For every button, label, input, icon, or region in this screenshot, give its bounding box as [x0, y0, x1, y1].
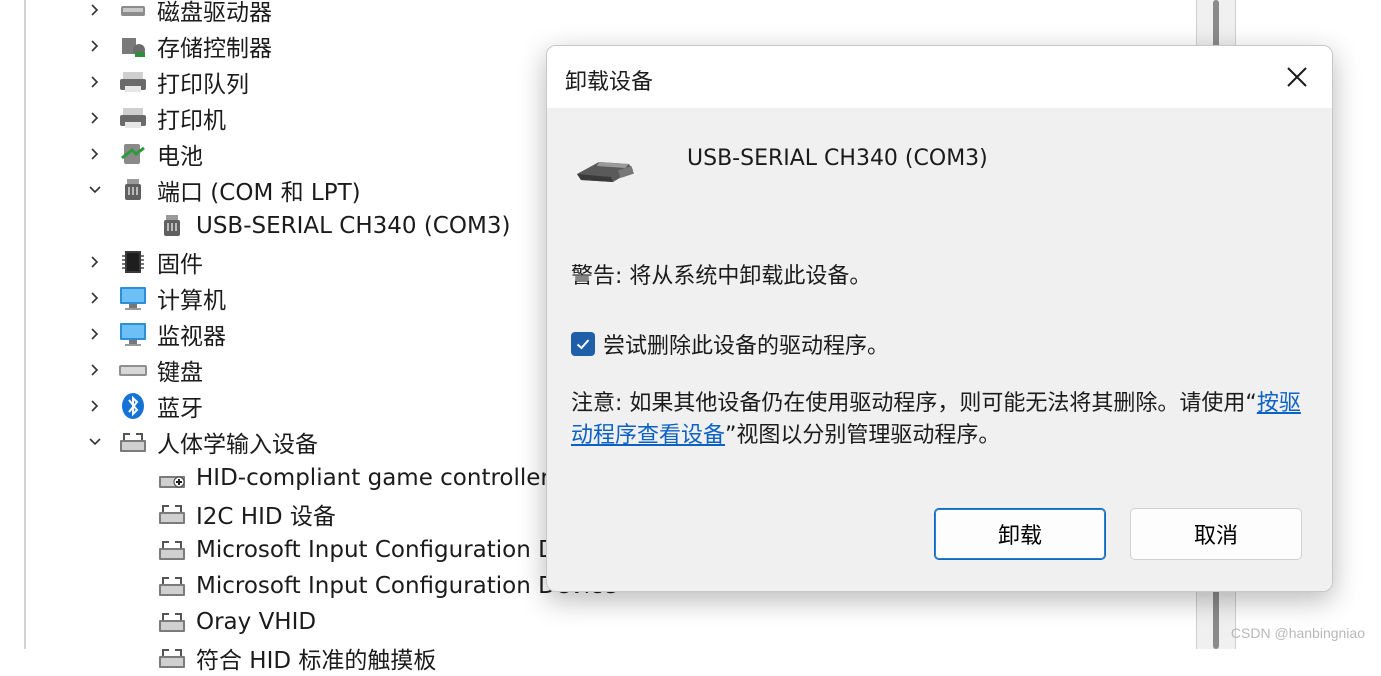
port-icon — [117, 175, 149, 205]
note-prefix: 注意: 如果其他设备仍在使用驱动程序，则可能无法将其删除。请使用“ — [571, 391, 1257, 416]
tree-item-label: 固件 — [157, 252, 203, 278]
note-suffix: ”视图以分别管理驱动程序。 — [725, 423, 1001, 448]
tree-item-label: USB-SERIAL CH340 (COM3) — [196, 213, 511, 239]
tree-item[interactable]: 蓝牙 — [117, 388, 203, 424]
tree-item[interactable]: 计算机 — [117, 280, 226, 316]
watermark: CSDN @hanbingniao — [1230, 625, 1365, 641]
checkmark-icon — [576, 339, 590, 350]
tree-item-label: I2C HID 设备 — [196, 504, 336, 530]
tree-item-label: 蓝牙 — [157, 396, 203, 422]
printer-icon — [117, 103, 149, 133]
tree-item[interactable]: 人体学输入设备 — [117, 424, 318, 460]
tree-item[interactable]: 存储控制器 — [117, 28, 272, 64]
tree-item[interactable]: Oray VHID — [156, 604, 316, 640]
port-icon — [156, 211, 188, 241]
tree-item[interactable]: I2C HID 设备 — [156, 496, 336, 532]
game-controller-icon — [156, 463, 188, 493]
note-text: 注意: 如果其他设备仍在使用驱动程序，则可能无法将其删除。请使用“按驱动程序查看… — [571, 388, 1301, 452]
chevron-right-icon[interactable] — [86, 28, 104, 64]
hid-icon — [156, 535, 188, 565]
tree-item-label: 人体学输入设备 — [157, 432, 318, 458]
firmware-icon — [117, 247, 149, 277]
chevron-right-icon[interactable] — [86, 388, 104, 424]
tree-item[interactable]: 固件 — [117, 244, 203, 280]
hid-icon — [117, 427, 149, 457]
chevron-right-icon[interactable] — [86, 352, 104, 388]
tree-item-label: 打印机 — [157, 108, 226, 134]
hid-icon — [156, 607, 188, 637]
hid-icon — [156, 571, 188, 601]
warning-text: 警告: 将从系统中卸载此设备。 — [571, 264, 872, 289]
hid-icon — [156, 643, 188, 673]
tree-item[interactable]: 监视器 — [117, 316, 226, 352]
battery-icon — [117, 139, 149, 169]
chevron-right-icon[interactable] — [86, 0, 104, 28]
chevron-right-icon[interactable] — [86, 136, 104, 172]
chevron-down-icon[interactable] — [86, 424, 104, 460]
tree-item[interactable]: 打印队列 — [117, 64, 249, 100]
tree-item[interactable]: 符合 HID 标准的触摸板 — [156, 640, 436, 676]
tree-item-label: 符合 HID 标准的触摸板 — [196, 648, 437, 674]
chevron-right-icon[interactable] — [86, 244, 104, 280]
tree-item[interactable]: 键盘 — [117, 352, 203, 388]
tree-item[interactable]: 打印机 — [117, 100, 226, 136]
chevron-right-icon[interactable] — [86, 280, 104, 316]
chevron-right-icon[interactable] — [86, 64, 104, 100]
dialog-titlebar — [547, 46, 1332, 108]
chevron-right-icon[interactable] — [86, 100, 104, 136]
keyboard-icon — [117, 355, 149, 385]
tree-item[interactable]: USB-SERIAL CH340 (COM3) — [156, 208, 510, 244]
dialog-title: 卸载设备 — [565, 70, 654, 95]
tree-item-label: 端口 (COM 和 LPT) — [157, 180, 361, 206]
tree-item-label: 键盘 — [157, 360, 203, 386]
tree-item[interactable]: HID-compliant game controller — [156, 460, 550, 496]
close-icon — [1287, 67, 1307, 87]
storage-controller-icon — [117, 31, 149, 61]
computer-icon — [117, 283, 149, 313]
disk-drive-icon — [117, 0, 149, 25]
tree-item[interactable]: 电池 — [117, 136, 203, 172]
tree-item-label: HID-compliant game controller — [196, 465, 550, 491]
chevron-down-icon[interactable] — [86, 172, 104, 208]
cancel-button[interactable]: 取消 — [1130, 508, 1302, 560]
tree-item-label: 存储控制器 — [157, 36, 272, 62]
delete-driver-checkbox[interactable]: 尝试删除此设备的驱动程序。 — [571, 328, 889, 360]
checkbox-checked[interactable] — [571, 332, 595, 356]
tree-item-label: 计算机 — [157, 288, 226, 314]
checkbox-label: 尝试删除此设备的驱动程序。 — [603, 334, 890, 359]
chevron-right-icon[interactable] — [86, 316, 104, 352]
tree-item-label: 磁盘驱动器 — [157, 0, 272, 26]
tree-item-label: 监视器 — [157, 324, 226, 350]
tree-item-label: 电池 — [157, 144, 203, 170]
device-name: USB-SERIAL CH340 (COM3) — [687, 146, 988, 171]
tree-item-label: Oray VHID — [196, 609, 317, 635]
uninstall-device-dialog: 卸载设备 USB-SERIAL CH340 (COM3) 警告: 将从系统中卸载… — [546, 45, 1333, 592]
tree-item-label: 打印队列 — [157, 72, 249, 98]
bluetooth-icon — [117, 391, 149, 421]
tree-item[interactable]: 端口 (COM 和 LPT) — [117, 172, 361, 208]
hid-icon — [156, 499, 188, 529]
uninstall-button[interactable]: 卸载 — [934, 508, 1106, 560]
tree-item[interactable]: 磁盘驱动器 — [117, 0, 272, 28]
usb-serial-icon — [577, 162, 634, 182]
close-button[interactable] — [1276, 58, 1318, 96]
print-queue-icon — [117, 67, 149, 97]
monitor-icon — [117, 319, 149, 349]
